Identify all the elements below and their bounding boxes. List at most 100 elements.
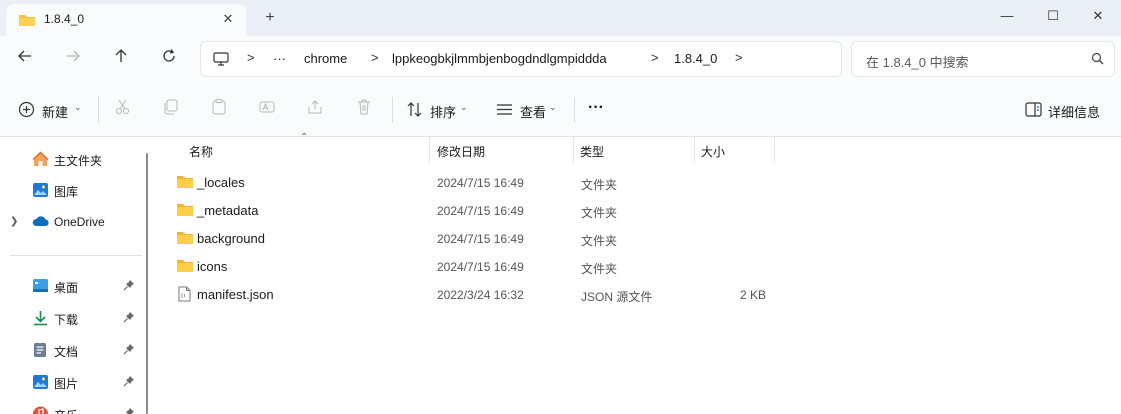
table-row[interactable]: _metadata 2024/7/15 16:49 文件夹 xyxy=(168,197,788,223)
chevron-right-icon[interactable]: > xyxy=(371,50,379,65)
chevron-right-icon[interactable]: > xyxy=(651,50,659,65)
column-divider[interactable] xyxy=(573,137,574,163)
command-bar: 新建 ⌄ 排序 ⌄ 查看 ⌄ ··· 详细信息 xyxy=(0,82,1121,137)
breadcrumb-extension-id[interactable]: lppkeogbkjlmmbjenbogdndlgmpiddda xyxy=(392,51,607,66)
file-modified: 2022/3/24 16:32 xyxy=(437,288,524,302)
cut-icon[interactable] xyxy=(114,98,136,120)
pictures-icon xyxy=(32,374,49,393)
table-row[interactable]: background 2024/7/15 16:49 文件夹 xyxy=(168,225,788,251)
refresh-icon[interactable] xyxy=(158,48,180,70)
table-row[interactable]: manifest.json 2022/3/24 16:32 JSON 源文件 2… xyxy=(168,281,788,307)
sort-ascending-icon: ⌃ xyxy=(300,132,309,143)
document-icon xyxy=(32,342,48,361)
sidebar-item-label: 图库 xyxy=(54,185,79,199)
folder-icon xyxy=(176,230,194,248)
breadcrumb-overflow[interactable]: ··· xyxy=(273,51,286,66)
pin-icon[interactable] xyxy=(123,279,135,294)
download-icon xyxy=(32,310,49,329)
sidebar-item-label: OneDrive xyxy=(54,215,105,229)
search-input[interactable]: 在 1.8.4_0 中搜索 xyxy=(851,41,1115,77)
view-button[interactable]: 查看 ⌄ xyxy=(496,99,560,121)
column-header-type[interactable]: 类型 xyxy=(580,143,604,160)
computer-icon xyxy=(213,52,229,70)
folder-icon xyxy=(176,202,194,220)
toolbar-divider xyxy=(574,97,575,123)
pin-icon[interactable] xyxy=(123,375,135,390)
sidebar-item-music[interactable]: 音乐 xyxy=(0,402,148,414)
file-modified: 2024/7/15 16:49 xyxy=(437,204,524,218)
file-type: 文件夹 xyxy=(581,234,618,248)
sidebar-item-home[interactable]: 主文件夹 xyxy=(0,147,148,171)
sort-label: 排序 xyxy=(430,105,457,120)
file-list: ⌃ 名称 修改日期 类型 大小 _locales 2024/7/15 16:49… xyxy=(158,132,1121,414)
column-header-size[interactable]: 大小 xyxy=(701,143,725,160)
sort-button[interactable]: 排序 ⌄ xyxy=(406,99,470,121)
new-button[interactable]: 新建 ⌄ xyxy=(18,99,84,121)
pin-icon[interactable] xyxy=(123,311,135,326)
sidebar-scrollbar[interactable] xyxy=(146,153,148,414)
file-type: 文件夹 xyxy=(581,262,618,276)
pin-icon[interactable] xyxy=(123,343,135,358)
sidebar-item-label: 文档 xyxy=(54,345,79,359)
back-arrow-icon[interactable] xyxy=(14,48,36,70)
new-tab-button[interactable]: + xyxy=(260,8,280,28)
sidebar-item-pictures[interactable]: 图片 xyxy=(0,370,148,394)
share-icon[interactable] xyxy=(306,98,328,120)
search-placeholder: 在 1.8.4_0 中搜索 xyxy=(866,55,969,70)
column-divider[interactable] xyxy=(774,137,775,163)
onedrive-cloud-icon xyxy=(32,214,50,231)
file-modified: 2024/7/15 16:49 xyxy=(437,176,524,190)
close-button[interactable]: ✕ xyxy=(1075,0,1121,32)
chevron-right-icon[interactable]: ❯ xyxy=(10,216,18,227)
file-size: 2 KB xyxy=(739,288,766,302)
chevron-right-icon[interactable]: > xyxy=(735,50,743,65)
tab-title: 1.8.4_0 xyxy=(44,12,85,26)
plus-circle-icon xyxy=(18,101,35,121)
sidebar-item-gallery[interactable]: 图库 xyxy=(0,178,148,202)
up-arrow-icon[interactable] xyxy=(110,48,132,70)
address-row: > ··· chrome > lppkeogbkjlmmbjenbogdndlg… xyxy=(0,36,1121,82)
paste-icon[interactable] xyxy=(210,98,232,120)
forward-arrow-icon[interactable] xyxy=(62,48,84,70)
sidebar-item-documents[interactable]: 文档 xyxy=(0,338,148,362)
more-options-button[interactable]: ··· xyxy=(588,99,610,121)
sidebar-item-desktop[interactable]: 桌面 xyxy=(0,274,148,298)
sidebar-item-downloads[interactable]: 下载 xyxy=(0,306,148,330)
gallery-icon xyxy=(32,182,49,201)
address-bar[interactable]: > ··· chrome > lppkeogbkjlmmbjenbogdndlg… xyxy=(200,41,842,77)
chevron-right-icon[interactable]: > xyxy=(247,50,255,65)
rename-icon[interactable] xyxy=(258,98,280,120)
pin-icon[interactable] xyxy=(123,407,135,414)
music-icon xyxy=(32,406,49,414)
search-icon[interactable] xyxy=(1091,52,1104,68)
column-divider[interactable] xyxy=(694,137,695,163)
breadcrumb-chrome[interactable]: chrome xyxy=(304,51,347,66)
new-label: 新建 xyxy=(42,105,69,120)
sidebar-item-label: 下载 xyxy=(54,313,79,327)
sidebar-item-onedrive[interactable]: ❯ OneDrive xyxy=(0,210,148,234)
file-type: 文件夹 xyxy=(581,206,618,220)
details-pane-button[interactable]: 详细信息 xyxy=(1025,99,1115,121)
navigation-pane: 主文件夹 图库 ❯ OneDrive 桌面 下载 文档 图片 xyxy=(0,137,148,414)
table-row[interactable]: _locales 2024/7/15 16:49 文件夹 xyxy=(168,169,788,195)
minimize-button[interactable]: — xyxy=(984,0,1030,32)
table-row[interactable]: icons 2024/7/15 16:49 文件夹 xyxy=(168,253,788,279)
column-header-name[interactable]: 名称 xyxy=(189,143,213,160)
chevron-down-icon: ⌄ xyxy=(74,102,82,112)
details-pane-icon xyxy=(1025,102,1042,120)
breadcrumb-version[interactable]: 1.8.4_0 xyxy=(674,51,717,66)
file-name: manifest.json xyxy=(197,287,274,302)
column-divider[interactable] xyxy=(429,137,430,163)
tab-close-icon[interactable]: ✕ xyxy=(220,11,236,27)
sidebar-item-label: 图片 xyxy=(54,377,79,391)
folder-icon xyxy=(18,12,36,31)
column-header-modified[interactable]: 修改日期 xyxy=(437,143,485,160)
maximize-button[interactable]: ☐ xyxy=(1030,0,1076,32)
delete-icon[interactable] xyxy=(355,98,377,120)
file-name: _locales xyxy=(197,175,245,190)
copy-icon[interactable] xyxy=(162,98,184,120)
file-modified: 2024/7/15 16:49 xyxy=(437,232,524,246)
toolbar-divider xyxy=(392,97,393,123)
sort-icon xyxy=(406,101,424,121)
tab-active[interactable]: 1.8.4_0 ✕ xyxy=(6,4,246,36)
